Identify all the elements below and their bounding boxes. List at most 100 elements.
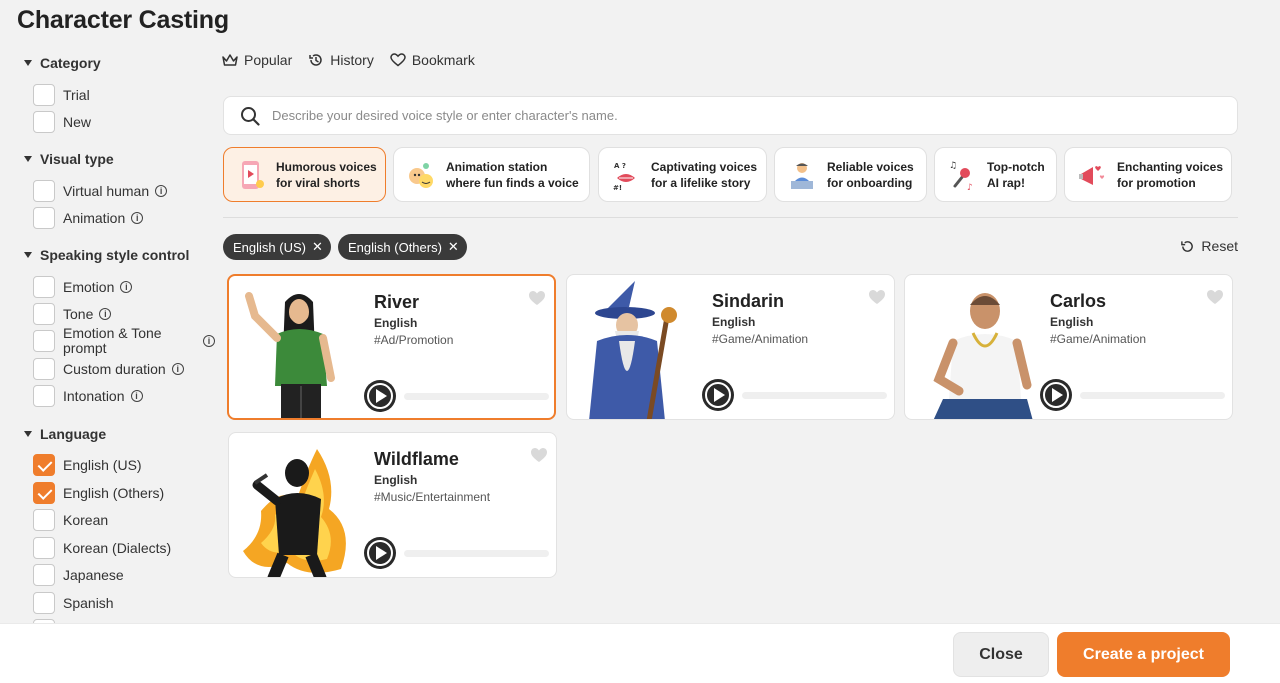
option-korean-dialects[interactable]: Korean (Dialects): [33, 537, 171, 559]
checkbox[interactable]: [33, 537, 55, 559]
preset-top-notch-rap[interactable]: ♫ ♪ Top-notch AI rap!: [934, 147, 1057, 202]
search-bar[interactable]: [223, 96, 1238, 135]
info-icon[interactable]: i: [131, 212, 144, 224]
checkbox[interactable]: [33, 303, 55, 325]
checkbox[interactable]: [33, 358, 55, 380]
option-tone[interactable]: Tone i: [33, 303, 112, 325]
section-category[interactable]: Category: [24, 55, 101, 71]
crown-icon: [222, 54, 238, 66]
tab-popular[interactable]: Popular: [222, 52, 292, 68]
checkbox[interactable]: [33, 509, 55, 531]
option-english-us[interactable]: English (US): [33, 454, 142, 476]
svg-text:♪: ♪: [967, 183, 973, 192]
checkbox[interactable]: [33, 385, 55, 407]
filter-chip-english-us[interactable]: English (US) ✕: [223, 234, 331, 260]
option-custom-duration[interactable]: Custom duration i: [33, 358, 184, 380]
character-language: English: [1050, 315, 1094, 329]
tab-bookmark[interactable]: Bookmark: [390, 52, 475, 68]
option-spanish[interactable]: Spanish: [33, 592, 114, 614]
play-button[interactable]: [364, 380, 396, 412]
character-tag: #Game/Animation: [1050, 332, 1147, 346]
page-title: Character Casting: [17, 6, 229, 34]
option-korean[interactable]: Korean: [33, 509, 108, 531]
search-input[interactable]: [272, 108, 1172, 123]
section-visual-type[interactable]: Visual type: [24, 151, 114, 167]
option-emotion-tone-prompt[interactable]: Emotion & Tone prompt i: [33, 326, 215, 356]
checkbox[interactable]: [33, 207, 55, 229]
checkbox[interactable]: [33, 276, 55, 298]
option-english-others[interactable]: English (Others): [33, 482, 164, 504]
option-intonation[interactable]: Intonation i: [33, 385, 143, 407]
option-emotion[interactable]: Emotion i: [33, 276, 133, 298]
character-name: Wildflame: [374, 449, 459, 469]
audio-progress-track[interactable]: [404, 550, 549, 557]
play-button[interactable]: [1040, 379, 1072, 411]
character-card-carlos[interactable]: Carlos English #Game/Animation: [904, 274, 1233, 420]
presenter-icon: [791, 162, 813, 189]
svg-text:#!: #!: [613, 184, 622, 192]
search-icon: [241, 106, 260, 126]
section-language[interactable]: Language: [24, 426, 106, 442]
option-animation[interactable]: Animation i: [33, 207, 144, 229]
bookmark-heart-icon[interactable]: [528, 290, 546, 306]
bookmark-heart-icon[interactable]: [1206, 289, 1224, 305]
checkbox-checked[interactable]: [33, 454, 55, 476]
info-icon[interactable]: i: [99, 308, 112, 320]
close-button[interactable]: Close: [953, 632, 1049, 677]
wildflame-avatar: [243, 449, 346, 577]
play-button[interactable]: [364, 537, 396, 569]
checkbox[interactable]: [33, 592, 55, 614]
audio-progress-track[interactable]: [742, 392, 887, 399]
preset-captivating-voices[interactable]: A ? #! Captivating voices for a lifelike s…: [598, 147, 767, 202]
character-tag: #Ad/Promotion: [374, 333, 454, 347]
audio-progress-track[interactable]: [1080, 392, 1225, 399]
close-icon[interactable]: ✕: [448, 239, 459, 255]
character-tag: #Music/Entertainment: [374, 490, 491, 504]
info-icon[interactable]: i: [130, 390, 143, 402]
svg-text:A ?: A ?: [614, 162, 626, 170]
tab-history[interactable]: History: [308, 52, 374, 68]
character-language: English: [374, 473, 418, 487]
checkbox[interactable]: [33, 180, 55, 202]
option-virtual-human[interactable]: Virtual human i: [33, 180, 168, 202]
bookmark-heart-icon[interactable]: [868, 289, 886, 305]
info-icon[interactable]: i: [171, 363, 184, 375]
filter-chip-english-others[interactable]: English (Others) ✕: [338, 234, 467, 260]
preset-animation-station[interactable]: Animation station where fun finds a voice: [393, 147, 590, 202]
caret-down-icon: [24, 431, 32, 437]
option-new[interactable]: New: [33, 111, 91, 133]
audio-progress-track[interactable]: [404, 393, 549, 400]
preset-reliable-voices[interactable]: Reliable voices for onboarding: [774, 147, 927, 202]
checkbox[interactable]: [33, 564, 55, 586]
bookmark-heart-icon[interactable]: [530, 447, 548, 463]
character-card-river[interactable]: River English #Ad/Promotion: [227, 274, 556, 420]
preset-enchanting-voices[interactable]: Enchanting voices for promotion: [1064, 147, 1232, 202]
cartoon-faces-icon: [409, 162, 433, 188]
character-language: English: [712, 315, 756, 329]
checkbox-checked[interactable]: [33, 482, 55, 504]
phone-video-icon: [242, 160, 264, 189]
info-icon[interactable]: i: [155, 185, 168, 197]
microphone-music-icon: ♫♪: [949, 161, 973, 192]
create-project-button[interactable]: Create a project: [1057, 632, 1230, 677]
character-language: English: [374, 316, 418, 330]
checkbox[interactable]: [33, 111, 55, 133]
section-speaking-style[interactable]: Speaking style control: [24, 247, 189, 263]
option-trial[interactable]: Trial: [33, 84, 90, 106]
play-button[interactable]: [702, 379, 734, 411]
lips-speech-icon: A ? #!: [613, 162, 635, 192]
character-card-wildflame[interactable]: Wildflame English #Music/Entertainment: [228, 432, 557, 578]
info-icon[interactable]: i: [203, 335, 215, 347]
info-icon[interactable]: i: [120, 281, 133, 293]
character-tag: #Game/Animation: [712, 332, 809, 346]
option-japanese[interactable]: Japanese: [33, 564, 124, 586]
checkbox[interactable]: [33, 84, 55, 106]
reset-button[interactable]: Reset: [1180, 238, 1238, 254]
character-name: Sindarin: [712, 291, 785, 311]
close-icon[interactable]: ✕: [312, 239, 323, 255]
preset-humorous-voices[interactable]: Humorous voices for viral shorts: [223, 147, 386, 202]
top-tabs: Popular History Bookmark: [222, 52, 475, 68]
sindarin-avatar: [589, 281, 677, 419]
checkbox[interactable]: [33, 330, 55, 352]
character-card-sindarin[interactable]: Sindarin English #Game/Animation: [566, 274, 895, 420]
